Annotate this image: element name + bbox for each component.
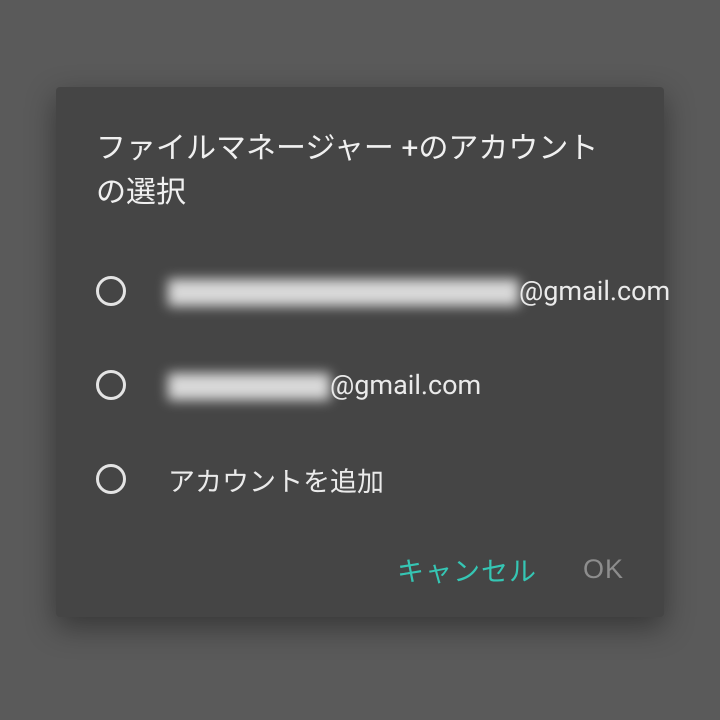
account-email-1: █████████████ @gmail.com: [168, 272, 670, 311]
email-suffix: @gmail.com: [330, 369, 481, 401]
ok-button[interactable]: OK: [583, 554, 624, 585]
dialog-title: ファイルマネージャー +のアカウントの選択: [96, 127, 624, 214]
radio-icon: [96, 370, 126, 400]
add-account-label: アカウントを追加: [168, 460, 384, 499]
obscured-text: █████████████: [168, 272, 519, 311]
add-account-option[interactable]: アカウントを追加: [96, 432, 624, 526]
account-option-1[interactable]: █████████████ @gmail.com: [96, 244, 624, 338]
account-options: █████████████ @gmail.com ██████ @gmail.c…: [96, 244, 624, 526]
radio-icon: [96, 276, 126, 306]
account-option-2[interactable]: ██████ @gmail.com: [96, 338, 624, 432]
dialog-buttons: キャンセル OK: [397, 550, 624, 589]
obscured-text: ██████: [168, 366, 330, 405]
account-picker-dialog: ファイルマネージャー +のアカウントの選択 █████████████ @gma…: [56, 87, 664, 617]
account-email-2: ██████ @gmail.com: [168, 366, 481, 405]
email-suffix: @gmail.com: [519, 275, 670, 307]
radio-icon: [96, 464, 126, 494]
cancel-button[interactable]: キャンセル: [397, 550, 537, 589]
